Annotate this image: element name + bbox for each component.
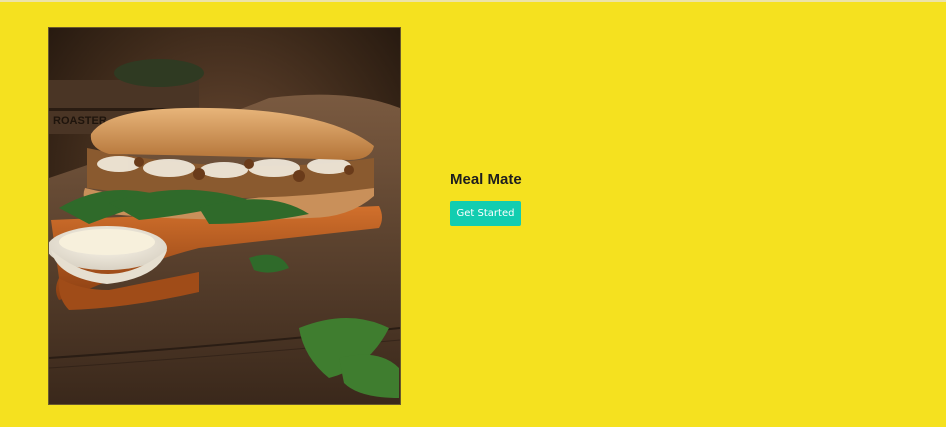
- crate-lettering: ROASTER: [53, 115, 107, 127]
- get-started-button[interactable]: Get Started: [450, 201, 521, 226]
- sandwich-photo: ROASTER: [49, 28, 400, 404]
- top-border: [0, 0, 946, 2]
- app-title: Meal Mate: [450, 171, 522, 188]
- hero-image: ROASTER: [48, 27, 401, 405]
